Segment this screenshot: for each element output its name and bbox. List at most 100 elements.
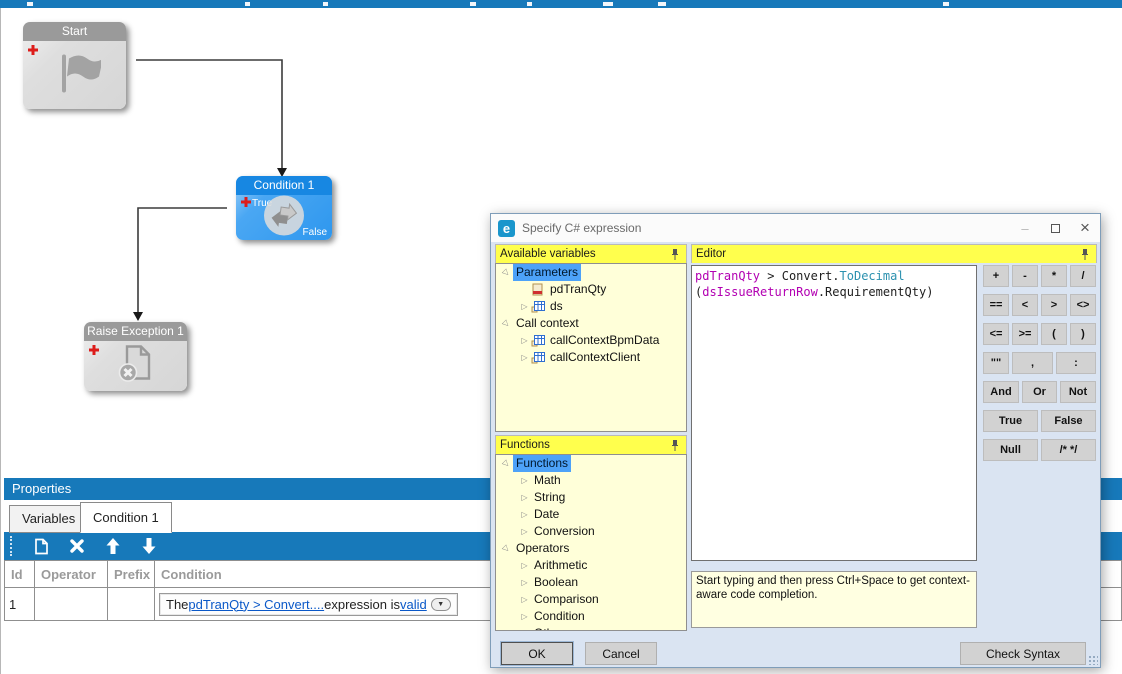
node-raise-exception-body bbox=[84, 341, 187, 391]
tree-item-boolean[interactable]: ▷Boolean bbox=[496, 574, 686, 591]
op-plus-button[interactable]: + bbox=[983, 265, 1009, 287]
cancel-button[interactable]: Cancel bbox=[585, 642, 657, 665]
tree-item-condition[interactable]: ▷Condition bbox=[496, 608, 686, 625]
code-token: .RequirementQty) bbox=[818, 285, 934, 299]
tree-item-math[interactable]: ▷Math bbox=[496, 472, 686, 489]
expander-icon[interactable]: ▷ bbox=[518, 298, 531, 315]
tree-item-callcontextclient[interactable]: ▷callContextClient bbox=[496, 349, 686, 366]
tree-item-string[interactable]: ▷String bbox=[496, 489, 686, 506]
editor-title: Editor bbox=[696, 245, 1080, 264]
op-quotes-button[interactable]: "" bbox=[983, 352, 1009, 374]
op-greater-button[interactable]: > bbox=[1041, 294, 1067, 316]
toolbar-glyph bbox=[27, 2, 33, 6]
node-start[interactable]: Start bbox=[23, 22, 126, 109]
expander-icon[interactable]: ▷ bbox=[518, 625, 531, 631]
tree-item-parameters[interactable]: ▷Parameters bbox=[496, 264, 686, 281]
tree-item-date[interactable]: ▷Date bbox=[496, 506, 686, 523]
add-row-button[interactable] bbox=[30, 535, 52, 557]
expander-icon[interactable]: ▷ bbox=[518, 523, 531, 540]
tree-item-callcontextbpmdata[interactable]: ▷callContextBpmData bbox=[496, 332, 686, 349]
code-token: Convert. bbox=[782, 269, 840, 283]
tree-item-comparison[interactable]: ▷Comparison bbox=[496, 591, 686, 608]
op-divide-button[interactable]: / bbox=[1070, 265, 1096, 287]
dataset-icon bbox=[531, 300, 547, 313]
toolbar-glyph bbox=[603, 2, 613, 6]
code-token: pdTranQty bbox=[695, 269, 760, 283]
op-less-button[interactable]: < bbox=[1012, 294, 1038, 316]
op-equals-button[interactable]: == bbox=[983, 294, 1009, 316]
tree-item-ds[interactable]: ▷ds bbox=[496, 298, 686, 315]
toolbar-glyph bbox=[658, 2, 666, 6]
tree-item-conversion[interactable]: ▷Conversion bbox=[496, 523, 686, 540]
op-or-button[interactable]: Or bbox=[1022, 381, 1057, 403]
node-condition-1[interactable]: Condition 1 True False bbox=[236, 176, 332, 240]
add-plus-icon[interactable] bbox=[88, 343, 100, 361]
valid-link[interactable]: valid bbox=[400, 597, 427, 612]
op-not-button[interactable]: Not bbox=[1060, 381, 1096, 403]
pin-icon[interactable] bbox=[670, 439, 682, 452]
col-id[interactable]: Id bbox=[5, 561, 35, 588]
cell-operator[interactable] bbox=[35, 588, 108, 621]
expander-icon[interactable]: ▷ bbox=[518, 608, 531, 625]
code-token: dsIssueReturnRow bbox=[702, 285, 818, 299]
toolbar-drag-handle[interactable] bbox=[10, 536, 14, 556]
tree-item-pdtranqty[interactable]: pdTranQty bbox=[496, 281, 686, 298]
parameter-icon bbox=[531, 283, 547, 296]
expander-icon[interactable]: ▷ bbox=[518, 349, 531, 366]
pin-icon[interactable] bbox=[1080, 248, 1092, 261]
move-up-button[interactable] bbox=[102, 535, 124, 557]
op-lessequal-button[interactable]: <= bbox=[983, 323, 1009, 345]
add-plus-icon[interactable] bbox=[240, 195, 252, 213]
op-colon-button[interactable]: : bbox=[1056, 352, 1096, 374]
dialog-titlebar[interactable]: e Specify C# expression – × bbox=[491, 214, 1100, 242]
op-false-button[interactable]: False bbox=[1041, 410, 1096, 432]
op-minus-button[interactable]: - bbox=[1012, 265, 1038, 287]
pin-icon[interactable] bbox=[670, 248, 682, 261]
delete-row-button[interactable] bbox=[66, 535, 88, 557]
op-closeparen-button[interactable]: ) bbox=[1070, 323, 1096, 345]
minimize-button[interactable]: – bbox=[1010, 216, 1040, 240]
col-operator[interactable]: Operator bbox=[35, 561, 108, 588]
op-comma-button[interactable]: , bbox=[1012, 352, 1053, 374]
op-null-button[interactable]: Null bbox=[983, 439, 1038, 461]
tree-item-call-context[interactable]: ▷Call context bbox=[496, 315, 686, 332]
maximize-button[interactable] bbox=[1040, 216, 1070, 240]
op-openparen-button[interactable]: ( bbox=[1041, 323, 1067, 345]
specify-expression-dialog: e Specify C# expression – × Available va… bbox=[490, 213, 1101, 668]
op-comment-button[interactable]: /* */ bbox=[1041, 439, 1096, 461]
expander-icon[interactable]: ▷ bbox=[518, 332, 531, 349]
close-button[interactable]: × bbox=[1070, 216, 1100, 240]
code-editor-input[interactable]: pdTranQty > Convert.ToDecimal(dsIssueRet… bbox=[691, 265, 977, 561]
tree-item-operators[interactable]: ▷Operators bbox=[496, 540, 686, 557]
op-true-button[interactable]: True bbox=[983, 410, 1038, 432]
expander-icon[interactable]: ▷ bbox=[518, 472, 531, 489]
expander-icon[interactable]: ▷ bbox=[518, 557, 531, 574]
tab-variables[interactable]: Variables bbox=[9, 505, 88, 533]
move-down-button[interactable] bbox=[138, 535, 160, 557]
check-syntax-button[interactable]: Check Syntax bbox=[960, 642, 1086, 665]
expander-icon[interactable]: ▷ bbox=[518, 506, 531, 523]
expander-icon[interactable]: ▷ bbox=[518, 574, 531, 591]
tree-item-functions[interactable]: ▷Functions bbox=[496, 455, 686, 472]
tab-condition-1[interactable]: Condition 1 bbox=[80, 502, 172, 533]
functions-panel: Functions ▷Functions ▷Math ▷String ▷Date… bbox=[495, 435, 687, 631]
op-multiply-button[interactable]: * bbox=[1041, 265, 1067, 287]
toolbar-glyph bbox=[470, 2, 476, 6]
col-prefix[interactable]: Prefix bbox=[108, 561, 155, 588]
op-and-button[interactable]: And bbox=[983, 381, 1019, 403]
ok-button[interactable]: OK bbox=[501, 642, 573, 665]
condition-dropdown-button[interactable]: ▼ bbox=[431, 598, 451, 611]
resize-grip[interactable] bbox=[1088, 655, 1098, 665]
tree-item-arithmetic[interactable]: ▷Arithmetic bbox=[496, 557, 686, 574]
expander-icon[interactable]: ▷ bbox=[518, 489, 531, 506]
expander-icon[interactable]: ▷ bbox=[518, 591, 531, 608]
add-plus-icon[interactable] bbox=[27, 43, 39, 61]
maximize-icon bbox=[1051, 224, 1060, 233]
tree-item-other[interactable]: ▷Other bbox=[496, 625, 686, 631]
op-greaterequal-button[interactable]: >= bbox=[1012, 323, 1038, 345]
cell-prefix[interactable] bbox=[108, 588, 155, 621]
available-variables-panel: Available variables ▷Parameters pdTranQt… bbox=[495, 244, 687, 432]
node-raise-exception-1[interactable]: Raise Exception 1 bbox=[84, 322, 187, 391]
op-notequal-button[interactable]: <> bbox=[1070, 294, 1096, 316]
expression-link[interactable]: pdTranQty > Convert.... bbox=[188, 597, 324, 612]
